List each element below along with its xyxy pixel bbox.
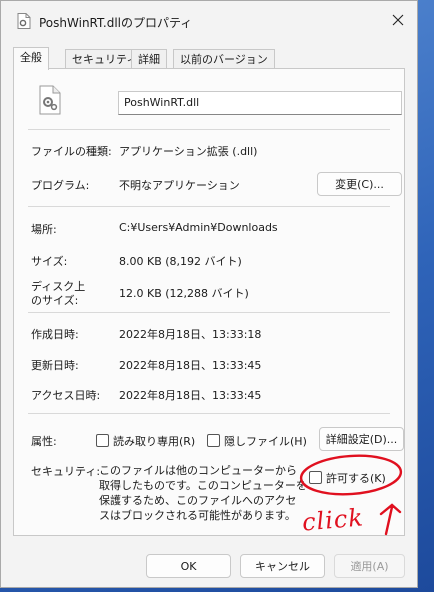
annotation-arrow <box>379 503 402 536</box>
annotation-click-text: click <box>300 503 365 537</box>
red-annotation-overlay <box>299 454 403 536</box>
tab-general[interactable]: 全般 <box>13 47 49 70</box>
annotation-circle <box>299 454 403 496</box>
